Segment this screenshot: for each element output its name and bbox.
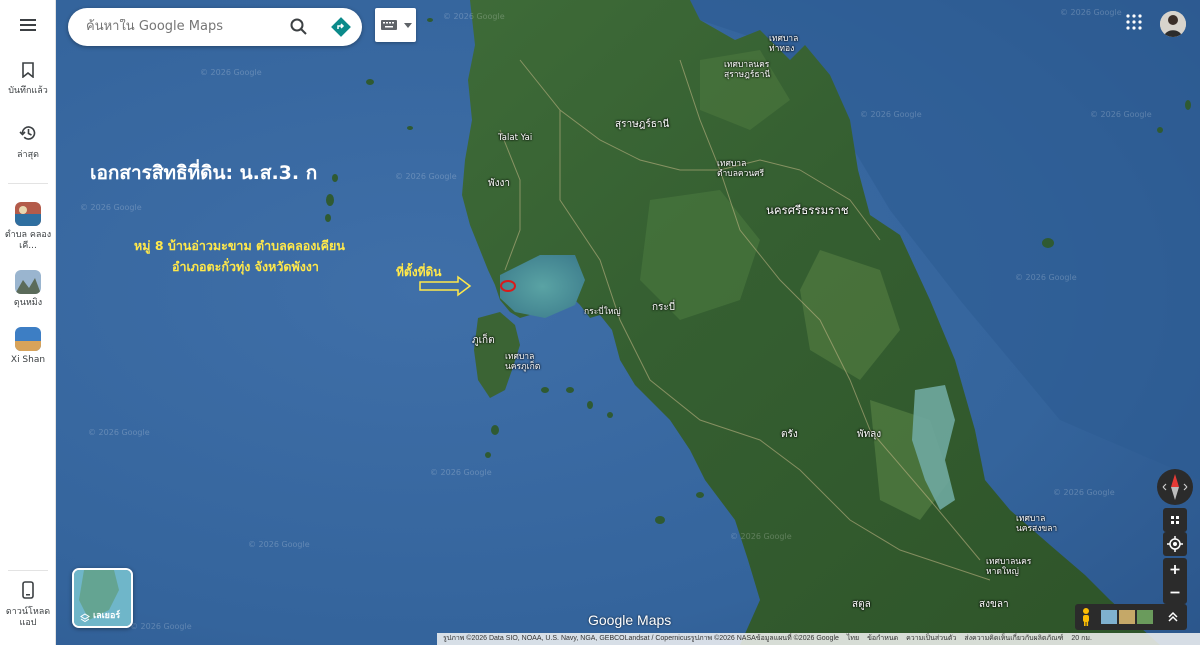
place-thumbnail — [15, 270, 41, 294]
terms-link[interactable]: ข้อกำหนด — [867, 635, 898, 642]
menu-button[interactable] — [0, 17, 56, 36]
apps-grid-icon[interactable] — [1126, 14, 1142, 30]
privacy-link[interactable]: ความเป็นส่วนตัว — [906, 635, 956, 642]
watermark: © 2026 Google — [730, 532, 792, 541]
watermark: © 2026 Google — [88, 428, 150, 437]
search-box — [68, 8, 362, 46]
watermark: © 2026 Google — [395, 172, 457, 181]
map-label-talat-yai[interactable]: Talat Yai — [498, 133, 532, 143]
avatar[interactable] — [1160, 11, 1186, 37]
scale-label[interactable]: 20 กม. — [1071, 635, 1092, 642]
map-label-tessaban-hatyai[interactable]: เทศบาลนคร หาดใหญ่ — [986, 557, 1031, 577]
map-label-nakhon[interactable]: นครศรีธรรมราช — [766, 202, 849, 220]
recent-button[interactable]: ล่าสุด — [0, 124, 56, 161]
directions-icon[interactable] — [331, 17, 351, 37]
map-label-satun[interactable]: สตูล — [852, 597, 871, 612]
attribution-bar: รูปภาพ ©2026 Data SIO, NOAA, U.S. Navy, … — [437, 633, 1200, 645]
sidebar-divider — [8, 570, 48, 571]
feedback-link[interactable]: ส่งความคิดเห็นเกี่ยวกับผลิตภัณฑ์ — [964, 635, 1063, 642]
map-label-phatthalung[interactable]: พัทลุง — [857, 427, 881, 442]
chevron-up-icon[interactable] — [1167, 611, 1179, 623]
phone-icon — [22, 581, 34, 599]
recent-place-label: ดุนหมิง — [13, 298, 43, 308]
map-label-phuket[interactable]: ภูเก็ต — [472, 333, 495, 348]
zoom-in-icon[interactable] — [1163, 558, 1187, 581]
recent-place-item[interactable]: ดุนหมิง — [0, 270, 56, 309]
grid-view-icon — [1171, 516, 1179, 524]
bookmark-icon — [22, 62, 34, 79]
place-thumbnail — [15, 327, 41, 351]
compass-button[interactable] — [1157, 469, 1193, 505]
street-view-panel — [1075, 604, 1187, 630]
my-location-icon — [1167, 536, 1183, 552]
watermark: © 2026 Google — [80, 203, 142, 212]
menu-icon — [20, 19, 36, 31]
recent-place-label: Xi Shan — [10, 355, 46, 365]
download-app-button[interactable]: ดาวน์โหลดแอป — [0, 581, 56, 629]
watermark: © 2026 Google — [1090, 110, 1152, 119]
map-label-tessaban-khuan[interactable]: เทศบาล ตำบลควนศรี — [717, 159, 764, 179]
saved-button[interactable]: บันทึกแล้ว — [0, 62, 56, 97]
map-label-phangnga[interactable]: พังงา — [488, 176, 510, 191]
recent-place-item[interactable]: Xi Shan — [0, 327, 56, 366]
download-app-label: ดาวน์โหลดแอป — [5, 607, 51, 628]
search-icon[interactable] — [290, 18, 308, 36]
google-maps-logo: Google Maps — [588, 612, 672, 628]
sidebar: บันทึกแล้ว ล่าสุด ตำบล คลองเคี... ดุนหมิ… — [0, 0, 56, 645]
keyboard-icon — [381, 20, 397, 30]
address-line-2: อำเภอตะกั่วทุ่ง จังหวัดพังงา — [172, 259, 319, 274]
watermark: © 2026 Google — [1053, 488, 1115, 497]
saved-label: บันทึกแล้ว — [8, 86, 48, 96]
map-label-tessaban-phuket[interactable]: เทศบาล นครภูเก็ต — [505, 352, 540, 372]
recent-label: ล่าสุด — [17, 150, 39, 160]
map-label-tessaban-surat[interactable]: เทศบาลนคร สุราษฎร์ธานี — [724, 60, 770, 80]
keyboard-button[interactable] — [375, 8, 416, 42]
imagery-credit: รูปภาพ ©2026 Data SIO, NOAA, U.S. Navy, … — [443, 635, 839, 642]
layers-icon — [80, 613, 90, 623]
map-label-tessaban-thathong[interactable]: เทศบาล ท่าทอง — [769, 34, 798, 54]
search-input[interactable] — [86, 19, 286, 34]
address-line-1: หมู่ 8 บ้านอ่าวมะขาม ตำบลคลองเคียน — [134, 238, 345, 253]
place-thumbnail — [15, 202, 41, 226]
document-title: เอกสารสิทธิที่ดิน: น.ส.3. ก — [90, 162, 318, 184]
layers-label: เลเยอร์ — [93, 611, 121, 621]
watermark: © 2026 Google — [130, 622, 192, 631]
watermark: © 2026 Google — [443, 12, 505, 21]
imagery-thumbnail[interactable] — [1101, 610, 1153, 624]
chevron-down-icon — [404, 23, 412, 28]
compass-icon — [1162, 474, 1188, 500]
recent-place-label: ตำบล คลองเคี... — [4, 230, 52, 251]
recent-place-item[interactable]: ตำบล คลองเคี... — [0, 202, 56, 252]
my-location-button[interactable] — [1163, 532, 1187, 556]
zoom-control — [1163, 558, 1187, 604]
map-label-surat[interactable]: สุราษฎร์ธานี — [615, 117, 669, 132]
pegman-icon[interactable] — [1079, 607, 1093, 627]
map-label-songkhla[interactable]: สงขลา — [979, 597, 1009, 612]
watermark: © 2026 Google — [860, 110, 922, 119]
watermark: © 2026 Google — [248, 540, 310, 549]
sidebar-divider — [8, 183, 48, 184]
map-label-krabi[interactable]: กระบี่ — [652, 300, 675, 315]
site-label: ที่ตั้งที่ดิน — [396, 265, 442, 279]
map-label-krabi-yai[interactable]: กระบี่ใหญ่ — [584, 307, 621, 317]
profile-photo — [1160, 11, 1186, 37]
map-label-trang[interactable]: ตรัง — [781, 427, 798, 442]
layers-button[interactable]: เลเยอร์ — [72, 568, 133, 628]
tilt-button[interactable] — [1163, 508, 1187, 532]
satellite-map[interactable] — [0, 0, 1200, 645]
history-icon — [19, 126, 36, 140]
language-link[interactable]: ไทย — [847, 635, 859, 642]
watermark: © 2026 Google — [1015, 273, 1077, 282]
zoom-out-icon[interactable] — [1163, 581, 1187, 604]
watermark: © 2026 Google — [1060, 8, 1122, 17]
watermark: © 2026 Google — [200, 68, 262, 77]
watermark: © 2026 Google — [430, 468, 492, 477]
map-label-tessaban-songkhla[interactable]: เทศบาล นครสงขลา — [1016, 514, 1057, 534]
